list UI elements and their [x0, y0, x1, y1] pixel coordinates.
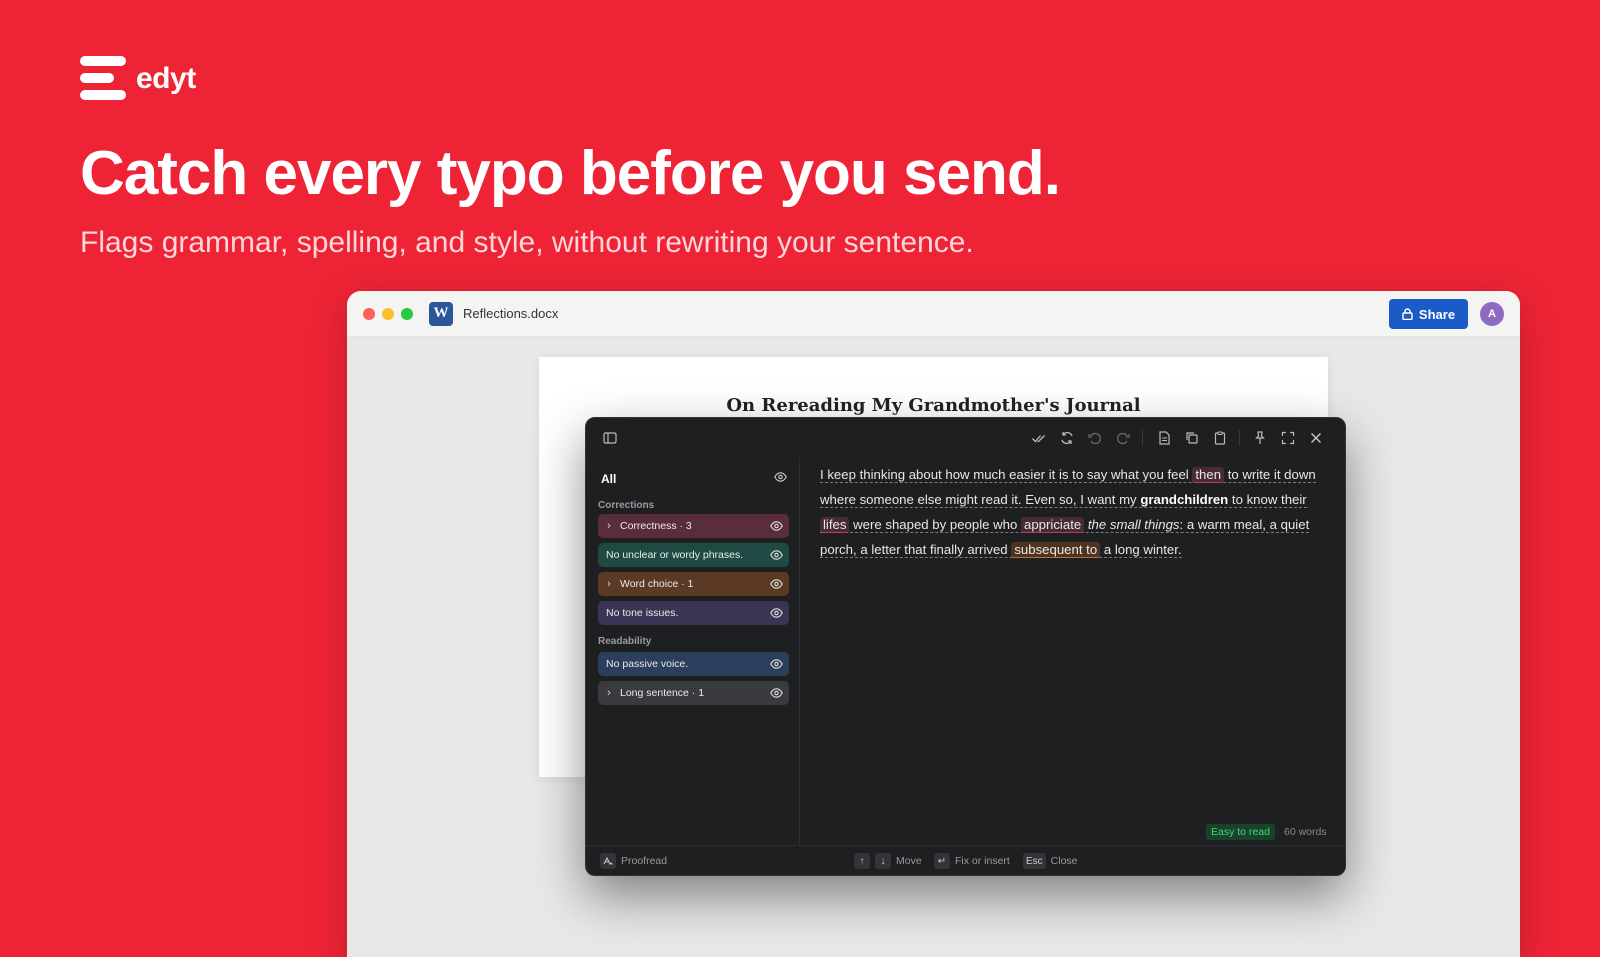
panel-footer: Proofread ↑ ↓ Move ↵ Fix or insert Esc C… [586, 845, 1345, 875]
refresh-icon[interactable] [1059, 430, 1075, 446]
text-segment: I keep thinking about how much easier it… [820, 467, 1193, 482]
issue-category-label: Correctness · 3 [620, 520, 692, 532]
bold-text: grandchildren [1140, 492, 1229, 507]
eye-icon[interactable] [770, 607, 783, 619]
proofread-label: Proofread [621, 855, 668, 867]
eye-icon[interactable] [770, 658, 783, 670]
eye-icon[interactable] [770, 549, 783, 561]
text-segment: a long winter. [1100, 542, 1182, 557]
minimize-window-button[interactable] [382, 307, 394, 320]
fix-label: Fix or insert [955, 855, 1010, 867]
issue-category-clarity[interactable]: No unclear or wordy phrases. [598, 543, 789, 567]
clipboard-icon[interactable] [1212, 430, 1228, 446]
proofread-panel: All Corrections › Correctness · 3 No unc… [585, 417, 1346, 876]
brand: edyt [80, 56, 196, 102]
redo-icon[interactable] [1115, 430, 1131, 446]
esc-key: Esc [1023, 853, 1046, 869]
accept-all-icon[interactable] [1031, 430, 1047, 446]
issue-category-label: No tone issues. [606, 607, 679, 619]
filter-all[interactable]: All [601, 472, 616, 486]
share-label: Share [1418, 306, 1456, 322]
arrow-down-icon: ↓ [875, 853, 891, 869]
title-bar: W Reflections.docx Share A [347, 291, 1520, 337]
close-window-button[interactable] [363, 307, 375, 320]
issue-category-label: No passive voice. [606, 658, 689, 670]
issue-category-tone[interactable]: No tone issues. [598, 601, 789, 625]
group-readability: Readability [598, 636, 652, 647]
word-count: 60 words [1284, 826, 1327, 838]
enter-key-icon: ↵ [934, 853, 950, 869]
chevron-right-icon: › [607, 520, 611, 532]
italic-text: the small things [1087, 517, 1180, 532]
pin-icon[interactable] [1252, 430, 1268, 446]
correctness-flag[interactable]: then [1192, 467, 1225, 483]
copy-icon[interactable] [1184, 430, 1200, 446]
arrow-up-icon: ↑ [854, 853, 870, 869]
eye-icon[interactable] [774, 471, 787, 483]
issue-category-passive-voice[interactable]: No passive voice. [598, 652, 789, 676]
move-label: Move [896, 855, 922, 867]
window-controls [363, 307, 413, 320]
issue-category-word-choice[interactable]: › Word choice · 1 [598, 572, 789, 596]
lock-icon [1402, 308, 1413, 320]
fix-hint: ↵ Fix or insert [934, 853, 1010, 869]
text-segment: to know their [1228, 492, 1307, 507]
hero-title: Catch every typo before you send. [80, 139, 1061, 208]
issue-category-long-sentence[interactable]: › Long sentence · 1 [598, 681, 789, 705]
share-button[interactable]: Share [1389, 299, 1468, 329]
document-icon[interactable] [1156, 430, 1172, 446]
proofread-text[interactable]: I keep thinking about how much easier it… [820, 462, 1320, 562]
panel-toolbar [586, 418, 1345, 458]
long-sentence-text: I keep thinking about how much easier it… [820, 467, 1316, 558]
expand-icon[interactable] [1280, 430, 1296, 446]
sidebar-toggle-icon[interactable] [602, 430, 618, 446]
text-segment: were shaped by people who [849, 517, 1022, 532]
issue-category-label: Word choice · 1 [620, 578, 694, 590]
chevron-right-icon: › [607, 578, 611, 590]
issue-category-label: No unclear or wordy phrases. [606, 549, 744, 561]
correctness-flag[interactable]: lifes [820, 517, 850, 533]
proofread-icon [600, 853, 616, 869]
word-choice-flag[interactable]: subsequent to [1011, 542, 1101, 558]
toolbar-divider [1142, 430, 1143, 446]
eye-icon[interactable] [770, 687, 783, 699]
close-hint: Esc Close [1023, 853, 1078, 869]
eye-icon[interactable] [770, 520, 783, 532]
document-name: Reflections.docx [463, 306, 559, 321]
avatar[interactable]: A [1480, 302, 1504, 326]
group-corrections: Corrections [598, 500, 655, 511]
maximize-window-button[interactable] [401, 307, 413, 320]
readability-badge: Easy to read [1206, 824, 1275, 840]
undo-icon[interactable] [1087, 430, 1103, 446]
chevron-right-icon: › [607, 687, 611, 699]
proofread-mode[interactable]: Proofread [600, 853, 667, 869]
correctness-flag[interactable]: appriciate [1021, 517, 1085, 533]
toolbar-divider [1239, 430, 1240, 446]
document-title: On Rereading My Grandmother's Journal [726, 395, 1141, 416]
word-app-icon: W [429, 301, 453, 326]
issue-category-correctness[interactable]: › Correctness · 3 [598, 514, 789, 538]
hero-subtitle: Flags grammar, spelling, and style, with… [80, 226, 974, 259]
eye-icon[interactable] [770, 578, 783, 590]
move-hint: ↑ ↓ Move [854, 853, 922, 869]
issue-category-label: Long sentence · 1 [620, 687, 705, 699]
brand-name: edyt [136, 62, 196, 95]
close-label: Close [1050, 855, 1078, 867]
close-icon[interactable] [1308, 430, 1324, 446]
issues-sidebar: All Corrections › Correctness · 3 No unc… [586, 458, 800, 845]
edyt-logo-icon [80, 56, 126, 102]
